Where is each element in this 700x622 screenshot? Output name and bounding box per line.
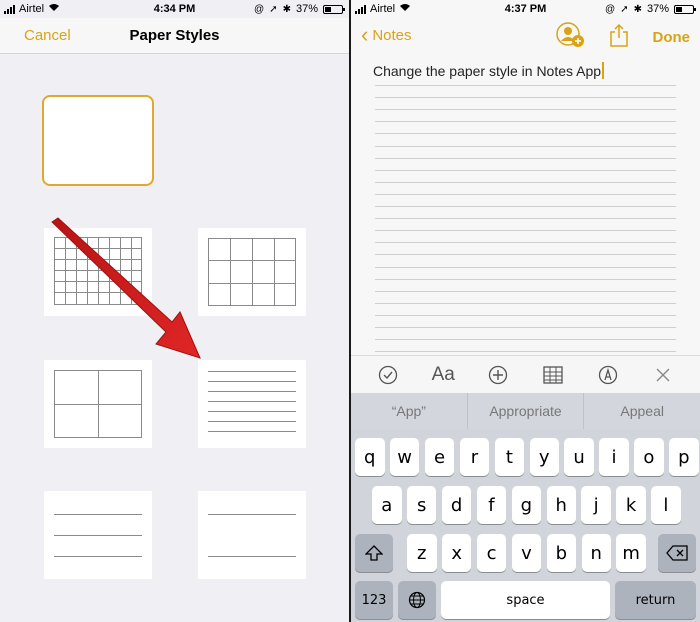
key-n[interactable]: n <box>581 534 611 572</box>
chevron-left-icon: ‹ <box>361 22 369 47</box>
close-icon[interactable] <box>649 361 677 389</box>
note-ruled-line <box>375 230 676 232</box>
keyboard: “App” Appropriate Appeal qwertyuiop asdfg… <box>351 393 700 622</box>
key-w[interactable]: w <box>389 438 420 476</box>
note-body[interactable]: Change the paper style in Notes App <box>351 55 700 355</box>
note-ruled-line <box>375 121 676 123</box>
note-ruled-line <box>375 145 676 147</box>
note-ruled-line <box>375 206 676 207</box>
key-t[interactable]: t <box>494 438 525 476</box>
return-key[interactable]: return <box>615 581 696 619</box>
key-c[interactable]: c <box>476 534 507 572</box>
back-button[interactable]: ‹ Notes <box>361 24 412 46</box>
suggestion-item[interactable]: Appropriate <box>468 393 585 429</box>
status-bar: Airtel 4:37 PM @ ➚ ✱ 37% <box>351 0 700 18</box>
key-h[interactable]: h <box>546 486 576 524</box>
note-ruled-line <box>375 97 676 99</box>
checklist-icon[interactable] <box>374 361 402 389</box>
note-ruled-line <box>375 254 676 256</box>
note-ruled-line <box>375 109 676 111</box>
note-editor-screen: Airtel 4:37 PM @ ➚ ✱ 37% ‹ Notes Done Ch… <box>351 0 700 622</box>
note-ruled-line <box>375 193 676 195</box>
suggestion-bar: “App” Appropriate Appeal <box>351 393 700 429</box>
key-d[interactable]: d <box>441 486 472 524</box>
format-toolbar: Aa <box>351 355 700 393</box>
orientation-lock-icon: @ <box>605 3 616 15</box>
key-a[interactable]: a <box>372 486 402 524</box>
table-icon[interactable] <box>539 361 567 389</box>
note-ruled-line <box>375 302 676 304</box>
key-i[interactable]: i <box>599 438 629 476</box>
note-ruled-line <box>375 169 676 171</box>
share-icon[interactable] <box>609 23 629 52</box>
suggestion-item[interactable]: “App” <box>351 393 468 429</box>
note-ruled-line <box>375 339 676 341</box>
battery-percent: 37% <box>646 3 669 15</box>
location-icon: ➚ <box>620 3 629 15</box>
note-ruled-line <box>375 266 676 268</box>
note-ruled-line <box>375 351 676 353</box>
back-label: Notes <box>372 26 412 44</box>
key-q[interactable]: q <box>355 438 385 476</box>
key-y[interactable]: y <box>529 438 559 476</box>
key-b[interactable]: b <box>546 534 577 572</box>
key-u[interactable]: u <box>564 438 594 476</box>
space-key[interactable]: space <box>441 581 610 619</box>
add-person-icon[interactable] <box>555 22 585 53</box>
sketch-icon[interactable] <box>594 361 622 389</box>
navigation-bar: ‹ Notes Done <box>351 18 700 54</box>
note-ruled-line <box>375 218 676 220</box>
backspace-icon <box>666 545 688 561</box>
add-icon[interactable] <box>484 361 512 389</box>
note-ruled-line <box>375 327 676 328</box>
globe-icon <box>408 591 426 609</box>
key-k[interactable]: k <box>616 486 646 524</box>
bluetooth-icon: ✱ <box>633 3 642 15</box>
key-s[interactable]: s <box>406 486 437 524</box>
note-ruled-line <box>375 133 676 135</box>
numbers-key[interactable]: 123 <box>355 581 393 619</box>
red-arrow-icon <box>51 217 201 359</box>
text-cursor <box>602 62 605 79</box>
battery-icon <box>674 4 696 14</box>
note-ruled-line <box>375 181 676 183</box>
key-p[interactable]: p <box>669 438 699 476</box>
paper-styles-screen: Airtel 4:34 PM @ ➚ ✱ 37% Cancel Paper St… <box>0 0 349 622</box>
key-l[interactable]: l <box>651 486 681 524</box>
key-x[interactable]: x <box>441 534 472 572</box>
note-ruled-line <box>375 242 676 244</box>
key-v[interactable]: v <box>511 534 542 572</box>
key-e[interactable]: e <box>424 438 455 476</box>
key-z[interactable]: z <box>407 534 437 572</box>
note-ruled-line <box>375 314 676 316</box>
note-ruled-line <box>375 278 676 280</box>
shift-key[interactable] <box>355 534 393 572</box>
delete-key[interactable] <box>658 534 696 572</box>
globe-key[interactable] <box>398 581 436 619</box>
done-button[interactable]: Done <box>653 29 691 46</box>
suggestion-item[interactable]: Appeal <box>584 393 700 429</box>
note-ruled-line <box>375 157 676 159</box>
key-m[interactable]: m <box>616 534 646 572</box>
key-j[interactable]: j <box>581 486 611 524</box>
note-ruled-line <box>375 85 676 86</box>
note-ruled-line <box>375 290 676 292</box>
key-r[interactable]: r <box>459 438 490 476</box>
key-g[interactable]: g <box>511 486 542 524</box>
key-o[interactable]: o <box>634 438 664 476</box>
text-format-button[interactable]: Aa <box>429 361 457 389</box>
key-f[interactable]: f <box>476 486 507 524</box>
note-text[interactable]: Change the paper style in Notes App <box>373 62 605 79</box>
shift-icon <box>365 545 383 561</box>
